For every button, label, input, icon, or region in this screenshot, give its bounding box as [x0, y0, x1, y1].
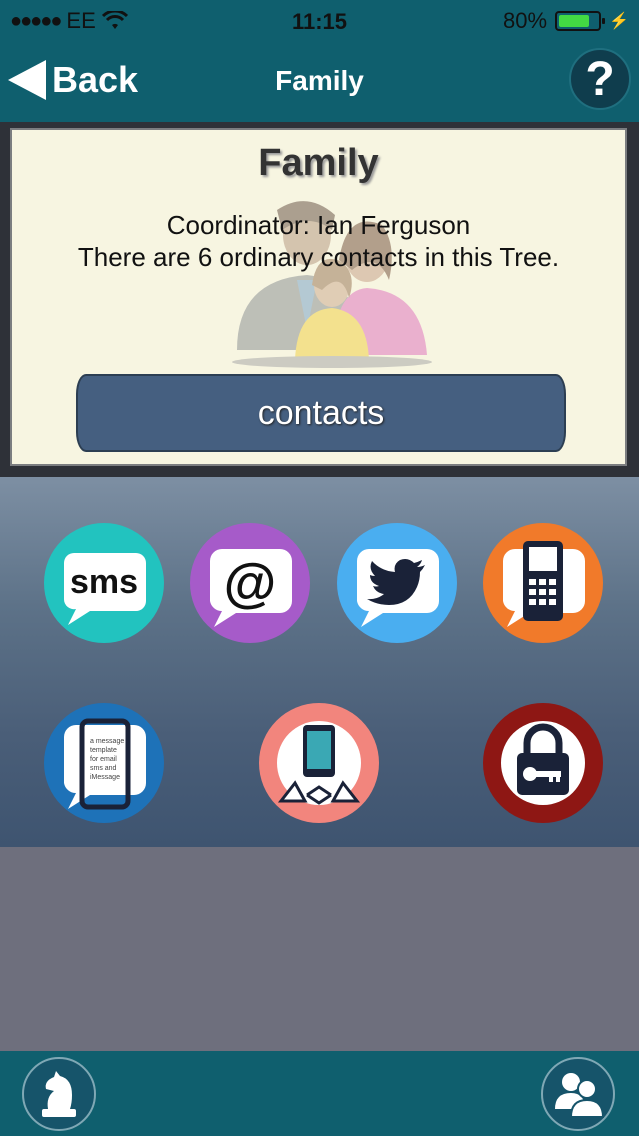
tree-title: Family	[258, 142, 379, 184]
battery-percent: 80%	[503, 8, 548, 33]
charging-icon: ⚡	[609, 13, 629, 30]
message-template-button[interactable]: a message template for email sms and iMe…	[44, 703, 164, 823]
family-group-button[interactable]	[541, 1057, 615, 1131]
help-icon: ?	[585, 52, 615, 106]
svg-text:a message: a message	[90, 738, 124, 745]
at-sign-icon: @	[224, 553, 277, 613]
mobile-phone-icon	[523, 541, 563, 621]
battery-icon	[555, 11, 606, 31]
contacts-count-text: There are 6 ordinary contacts in this Tr…	[77, 242, 560, 272]
svg-text:sms and: sms and	[90, 765, 117, 772]
twitter-button[interactable]	[337, 523, 457, 643]
phone-button[interactable]	[483, 523, 603, 643]
status-bar: ●●●●● EE 11:15 80% ⚡	[0, 0, 639, 40]
svg-text:template: template	[90, 747, 117, 754]
empty-content-area	[0, 847, 639, 1051]
bottom-toolbar	[0, 1051, 639, 1136]
sms-button[interactable]: sms	[44, 523, 164, 643]
help-button[interactable]: ?	[569, 48, 631, 110]
family-group-icon	[555, 1073, 605, 1118]
coordinator-text: Coordinator: Ian Ferguson	[166, 210, 471, 240]
contacts-button[interactable]: contacts	[76, 374, 566, 452]
tree-card: Family Coordinator: Ian Ferguson There a…	[10, 128, 627, 466]
sms-icon: sms	[70, 563, 138, 601]
navigation-bar: Back Family ?	[0, 40, 639, 122]
chess-knight-icon	[42, 1071, 76, 1117]
action-panel: sms @ a message template for email sms a…	[0, 477, 639, 847]
device-share-button[interactable]	[259, 703, 379, 823]
chess-knight-button[interactable]	[22, 1057, 96, 1131]
svg-text:for email: for email	[90, 756, 117, 763]
tree-card-frame: Family Coordinator: Ian Ferguson There a…	[0, 122, 639, 477]
svg-text:iMessage: iMessage	[90, 774, 120, 781]
email-button[interactable]: @	[190, 523, 310, 643]
page-title: Family	[275, 65, 364, 96]
lock-button[interactable]	[483, 703, 603, 823]
